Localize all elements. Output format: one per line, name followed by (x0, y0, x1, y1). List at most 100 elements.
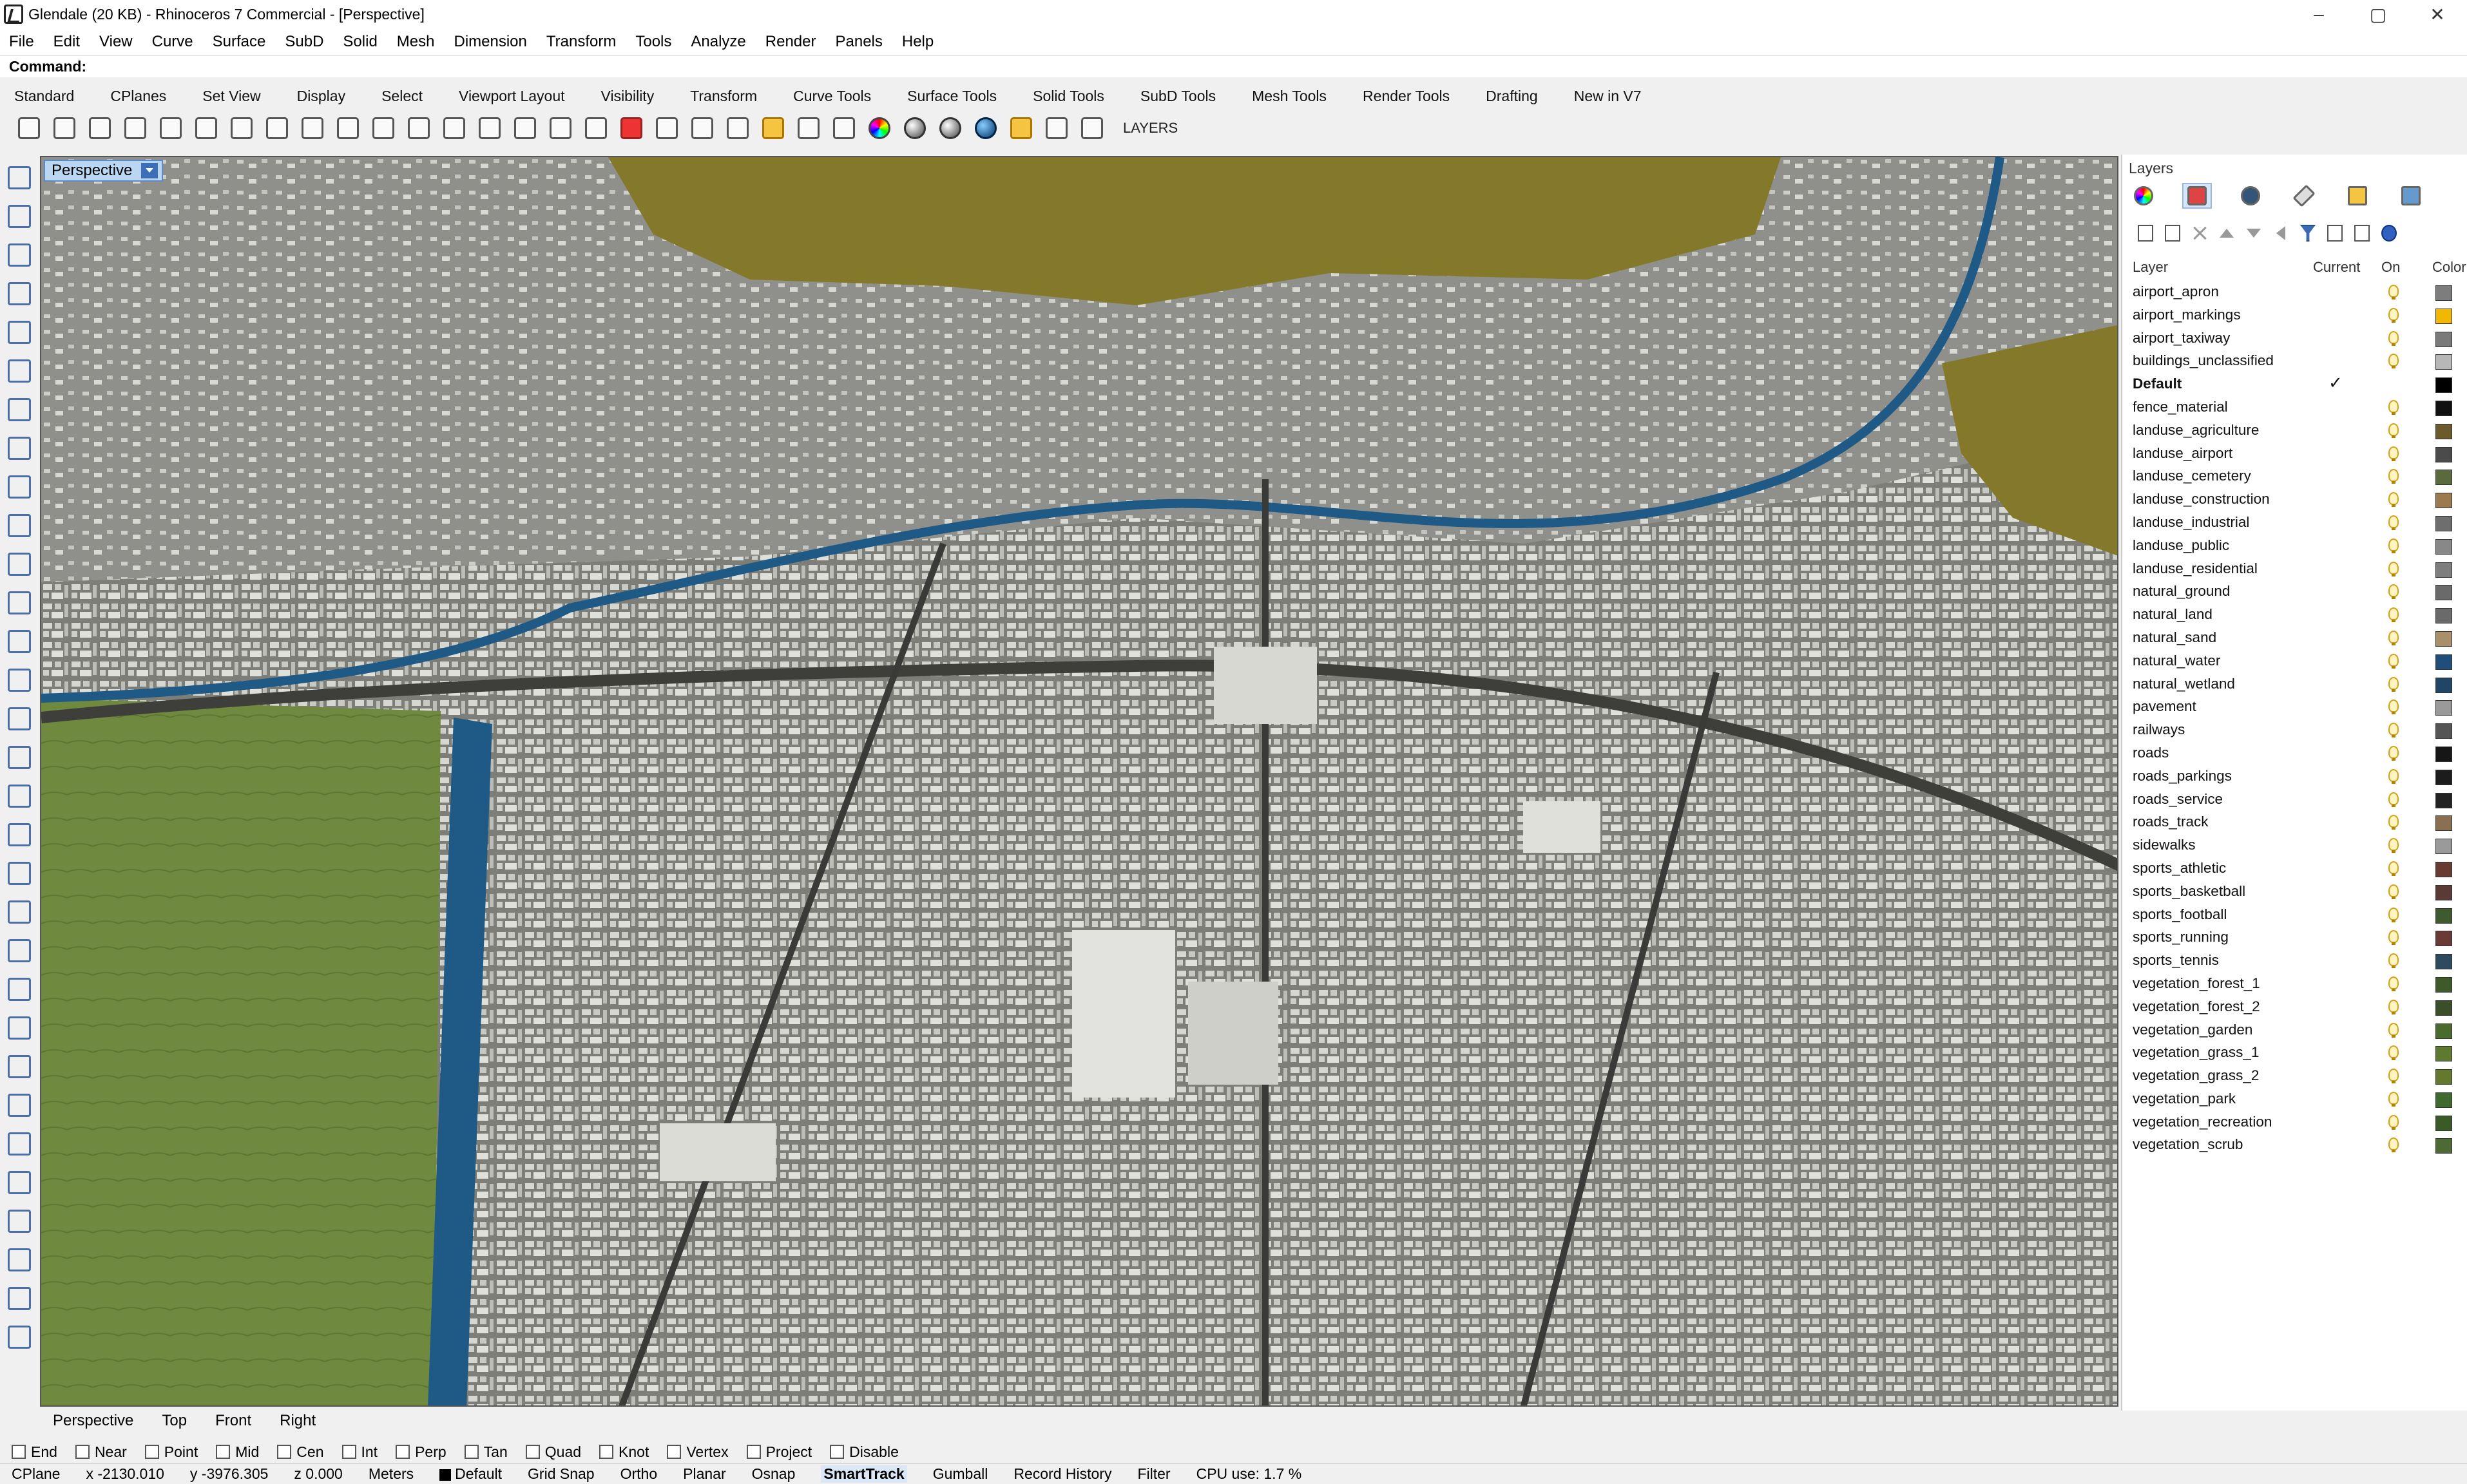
layer-color-swatch[interactable] (2435, 1115, 2452, 1131)
status-cplane[interactable]: CPlane (12, 1465, 60, 1483)
menu-file[interactable]: File (9, 33, 34, 51)
print-button[interactable] (120, 113, 150, 143)
zoom-selected-button[interactable] (510, 113, 540, 143)
panel-tab-properties[interactable] (2129, 183, 2158, 209)
render-tool-icon[interactable] (8, 1248, 31, 1271)
layer-name[interactable]: airport_apron (2133, 283, 2219, 300)
tab-surface-tools[interactable]: Surface Tools (907, 88, 997, 105)
maximize-button[interactable]: ▢ (2348, 0, 2408, 28)
layer-on-bulb-icon[interactable] (2388, 792, 2399, 807)
osnap-mid[interactable]: Mid (216, 1443, 259, 1461)
layer-name[interactable]: sports_football (2133, 906, 2227, 923)
menu-view[interactable]: View (99, 33, 133, 51)
layer-color-swatch[interactable] (2435, 884, 2452, 900)
delete-layer-button[interactable] (2189, 223, 2210, 243)
osnap-checkbox[interactable] (12, 1445, 26, 1459)
layer-on-bulb-icon[interactable] (2388, 584, 2399, 600)
layer-name[interactable]: landuse_cemetery (2133, 468, 2251, 484)
layer-color-swatch[interactable] (2435, 423, 2452, 439)
open-folder-button[interactable] (50, 113, 79, 143)
layer-color-swatch[interactable] (2435, 654, 2452, 670)
tab-viewport-layout[interactable]: Viewport Layout (459, 88, 565, 105)
layer-color-swatch[interactable] (2435, 515, 2452, 531)
layer-row[interactable]: natural_wetland (2122, 673, 2467, 696)
status-record-history[interactable]: Record History (1013, 1465, 1111, 1483)
layer-color-swatch[interactable] (2435, 1069, 2452, 1085)
scale-tool-icon[interactable] (8, 978, 31, 1001)
layer-name[interactable]: roads_parkings (2133, 768, 2232, 785)
options-button[interactable] (723, 113, 753, 143)
osnap-near[interactable]: Near (75, 1443, 127, 1461)
layer-color-swatch[interactable] (2435, 493, 2452, 509)
layer-on-bulb-icon[interactable] (2388, 999, 2399, 1014)
status-planar[interactable]: Planar (683, 1465, 725, 1483)
copy-button[interactable] (227, 113, 256, 143)
layer-name[interactable]: roads (2133, 745, 2169, 761)
layer-on-bulb-icon[interactable] (2388, 399, 2399, 415)
layer-name[interactable]: natural_sand (2133, 629, 2216, 646)
rotate-view-button[interactable] (546, 113, 575, 143)
osnap-end[interactable]: End (12, 1443, 57, 1461)
shaded-sphere-button[interactable] (900, 113, 930, 143)
layer-row[interactable]: fence_material (2122, 396, 2467, 419)
menu-mesh[interactable]: Mesh (397, 33, 435, 51)
spotlight-button[interactable] (1006, 113, 1036, 143)
layer-tools-button[interactable] (2352, 223, 2372, 243)
pan-hand-button[interactable] (333, 113, 363, 143)
rendered-sphere-button[interactable] (936, 113, 965, 143)
cylinder-tool-icon[interactable] (8, 746, 31, 769)
layer-name[interactable]: airport_taxiway (2133, 330, 2230, 347)
plane-button[interactable] (687, 113, 717, 143)
layer-row[interactable]: vegetation_garden (2122, 1019, 2467, 1042)
osnap-knot[interactable]: Knot (599, 1443, 649, 1461)
osnap-checkbox[interactable] (396, 1445, 410, 1459)
tab-standard[interactable]: Standard (14, 88, 74, 105)
layer-on-bulb-icon[interactable] (2388, 607, 2399, 623)
move-layer-down-button[interactable] (2243, 223, 2264, 243)
layer-on-bulb-icon[interactable] (2388, 930, 2399, 946)
layer-color-swatch[interactable] (2435, 285, 2452, 301)
layer-color-swatch[interactable] (2435, 331, 2452, 347)
layer-color-swatch[interactable] (2435, 470, 2452, 486)
layers-toolbar-label[interactable]: LAYERS (1123, 120, 1178, 137)
layer-name[interactable]: roads_track (2133, 813, 2209, 830)
polygon-tool-icon[interactable] (8, 475, 31, 499)
layer-row[interactable]: sports_tennis (2122, 949, 2467, 973)
layer-name[interactable]: sports_tennis (2133, 952, 2219, 969)
layer-on-bulb-icon[interactable] (2388, 676, 2399, 692)
check-tool-icon[interactable] (8, 1326, 31, 1349)
layer-swatch-button[interactable] (829, 113, 859, 143)
layer-color-swatch[interactable] (2435, 1000, 2452, 1016)
offset-tool-icon[interactable] (8, 553, 31, 576)
blue-sphere-button[interactable] (971, 113, 1001, 143)
layer-row[interactable]: sports_football (2122, 904, 2467, 927)
boolean-tool-icon[interactable] (8, 823, 31, 846)
layer-name[interactable]: fence_material (2133, 399, 2228, 415)
col-layer[interactable]: Layer (2133, 259, 2168, 276)
layer-color-swatch[interactable] (2435, 839, 2452, 855)
layer-name[interactable]: landuse_airport (2133, 445, 2232, 462)
layer-row[interactable]: landuse_public (2122, 535, 2467, 558)
layer-name[interactable]: Default (2133, 376, 2182, 392)
layer-on-bulb-icon[interactable] (2388, 307, 2399, 323)
layer-row[interactable]: roads (2122, 742, 2467, 765)
four-viewports-button[interactable] (581, 113, 611, 143)
layer-row[interactable]: roads_track (2122, 811, 2467, 834)
layer-row[interactable]: vegetation_grass_2 (2122, 1065, 2467, 1088)
line-tool-icon[interactable] (8, 243, 31, 267)
gear-settings-button[interactable] (1042, 113, 1071, 143)
layer-name[interactable]: sports_athletic (2133, 860, 2226, 877)
layer-name[interactable]: airport_markings (2133, 307, 2241, 323)
tab-cplanes[interactable]: CPlanes (110, 88, 166, 105)
col-on[interactable]: On (2381, 259, 2400, 276)
layer-name[interactable]: landuse_residential (2133, 560, 2258, 577)
layer-on-bulb-icon[interactable] (2388, 630, 2399, 645)
layer-row[interactable]: airport_taxiway (2122, 327, 2467, 350)
osnap-checkbox[interactable] (216, 1445, 231, 1459)
layer-color-swatch[interactable] (2435, 723, 2452, 739)
layer-row[interactable]: vegetation_scrub (2122, 1134, 2467, 1157)
menu-subd[interactable]: SubD (285, 33, 323, 51)
osnap-checkbox[interactable] (464, 1445, 479, 1459)
osnap-project[interactable]: Project (746, 1443, 812, 1461)
new-layer-button[interactable] (2135, 223, 2156, 243)
